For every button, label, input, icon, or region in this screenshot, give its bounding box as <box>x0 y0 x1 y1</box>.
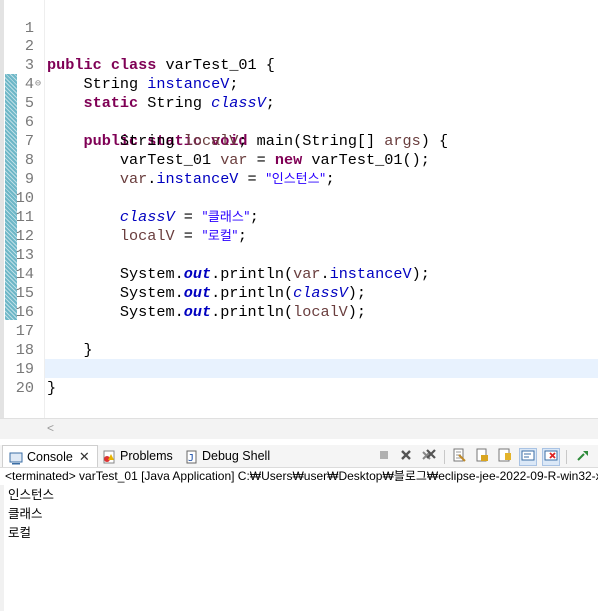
line-number: 20 <box>15 379 34 397</box>
code-line: 2 public class varTest_01 { <box>0 18 598 74</box>
scroll-lock-icon[interactable] <box>473 448 491 466</box>
tab-console-label: Console <box>27 450 73 464</box>
clear-console-icon[interactable] <box>450 448 468 466</box>
code-line: 8 var.instanceV = "인스턴스"; <box>0 132 598 188</box>
code-line: 7 varTest_01 var = new varTest_01(); <box>0 113 598 169</box>
tab-problems[interactable]: Problems <box>102 445 178 467</box>
remove-launch-icon[interactable] <box>397 448 415 466</box>
code-line: 19 } <box>0 341 598 397</box>
show-on-error-icon[interactable] <box>542 448 560 466</box>
terminate-icon[interactable] <box>375 448 393 466</box>
code-line: 10 classV = "클래스"; <box>0 170 598 226</box>
scroll-left-arrow-icon[interactable]: < <box>47 421 54 435</box>
code-line: 5 ⊖ public static void main(String[] arg… <box>0 75 598 150</box>
code-line: 4 static String classV; <box>0 56 598 112</box>
tab-debug-shell-label: Debug Shell <box>202 449 271 463</box>
word-wrap-icon[interactable] <box>496 448 514 466</box>
code-line: 14 System.out.println(classV); <box>0 246 598 302</box>
console-status-line: <terminated> varTest_01 [Java Applicatio… <box>5 469 598 483</box>
console-panel: Console ✕ Problems J Debug Shell <termina… <box>0 439 598 611</box>
code-line: 15 System.out.println(localV); <box>0 265 598 321</box>
show-on-output-icon[interactable] <box>519 448 537 466</box>
code-line: 16 <box>0 284 598 321</box>
console-icon <box>9 450 23 465</box>
console-output-line: 로컬 <box>8 525 32 540</box>
debug-shell-icon: J <box>184 449 198 464</box>
code-line: 20 <box>0 360 598 397</box>
remove-all-terminated-icon[interactable] <box>420 448 438 466</box>
close-icon[interactable]: ✕ <box>79 449 90 464</box>
tab-console[interactable]: Console ✕ <box>2 445 98 467</box>
toolbar-separator <box>566 450 567 464</box>
console-tab-bar: Console ✕ Problems J Debug Shell <box>0 445 598 468</box>
console-output-line: 클래스 <box>8 506 43 521</box>
code-line: 11 localV = "로컬"; <box>0 189 598 245</box>
console-output-line: 인스턴스 <box>8 487 55 502</box>
code-line: 6 String localV; <box>0 94 598 150</box>
code-line: 1 <box>0 0 598 37</box>
pin-console-icon[interactable] <box>574 448 592 466</box>
fold-collapse-icon[interactable]: ⊖ <box>35 75 41 94</box>
tab-problems-label: Problems <box>120 449 173 463</box>
code-line: 3 String instanceV; <box>0 37 598 93</box>
code-line: 9 <box>0 151 598 188</box>
svg-text:J: J <box>188 453 194 464</box>
console-left-ruler <box>0 485 4 611</box>
code-editor[interactable]: 1 2 public class varTest_01 { 3 String i… <box>0 0 598 418</box>
tab-debug-shell[interactable]: J Debug Shell <box>184 445 274 467</box>
toolbar-separator <box>444 450 445 464</box>
code-line: 18 <box>0 322 598 359</box>
horizontal-scrollbar[interactable]: < <box>0 418 598 439</box>
code-line: 13 System.out.println(var.instanceV); <box>0 227 598 283</box>
code-line: 17 } <box>0 303 598 359</box>
closing-brace: } <box>47 379 57 397</box>
problems-icon <box>102 449 116 464</box>
code-line: 12 <box>0 208 598 245</box>
